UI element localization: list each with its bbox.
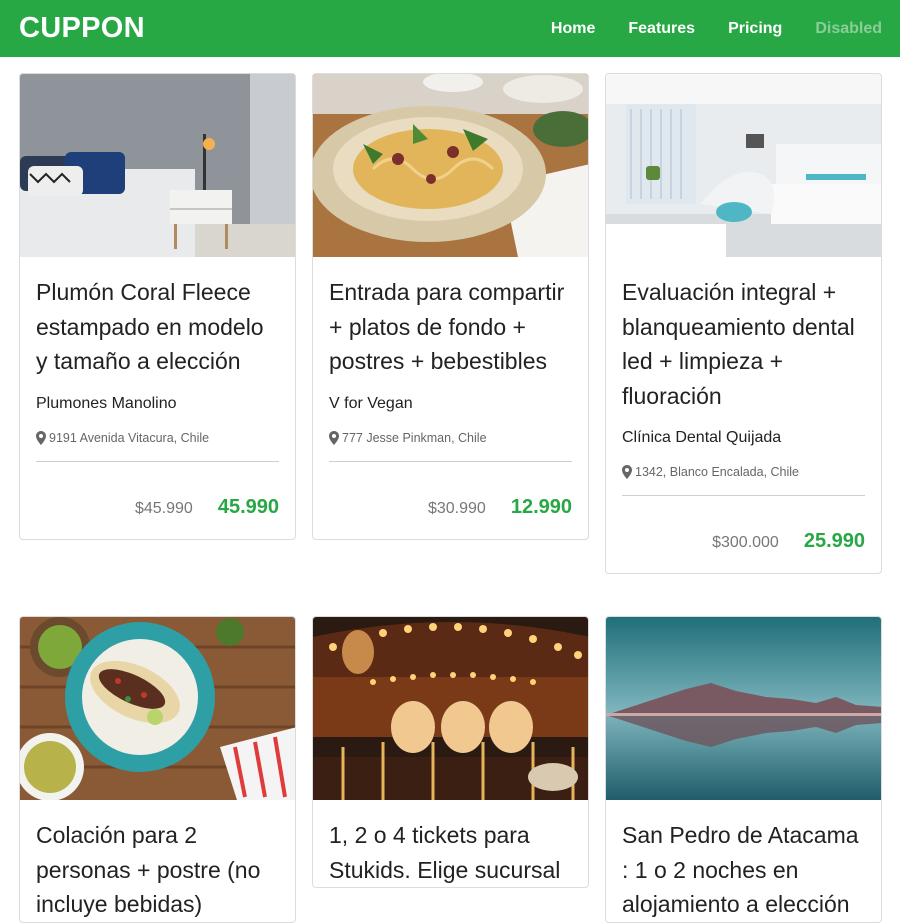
address-text: 9191 Avenida Vitacura, Chile xyxy=(49,430,210,445)
deal-title[interactable]: Plumón Coral Fleece estampado en modelo … xyxy=(36,275,279,379)
deal-card[interactable]: 1, 2 o 4 tickets para Stukids. Elige suc… xyxy=(312,616,589,888)
address: 777 Jesse Pinkman, Chile xyxy=(329,430,572,445)
merchant-name: Plumones Manolino xyxy=(36,394,177,412)
deal-card[interactable]: Colación para 2 personas + postre (no in… xyxy=(19,616,296,923)
deal-title[interactable]: San Pedro de Atacama : 1 o 2 noches en a… xyxy=(622,818,865,922)
price-row: $45.990 45.990 xyxy=(36,462,279,539)
nav-links: Home Features Pricing Disabled xyxy=(518,20,882,38)
volcano-lake-photo[interactable] xyxy=(606,617,881,800)
deal-card[interactable]: San Pedro de Atacama : 1 o 2 noches en a… xyxy=(605,616,882,923)
old-price: $45.990 xyxy=(134,499,193,517)
map-pin-icon xyxy=(36,430,46,445)
pasta-dish-photo[interactable] xyxy=(313,74,588,257)
carousel-photo[interactable] xyxy=(313,617,588,800)
new-price: 25.990 xyxy=(803,530,865,552)
deal-title[interactable]: Evaluación integral + blanqueamiento den… xyxy=(622,275,865,413)
merchant-name: Clínica Dental Quijada xyxy=(622,429,782,446)
deal-card[interactable]: Entrada para compartir + platos de fondo… xyxy=(312,73,589,540)
navbar: CUPPON Home Features Pricing Disabled xyxy=(0,0,900,57)
dental-clinic-photo[interactable] xyxy=(606,74,881,257)
deal-card[interactable]: Evaluación integral + blanqueamiento den… xyxy=(605,73,882,574)
old-price: $30.990 xyxy=(427,499,486,517)
nav-link-pricing[interactable]: Pricing xyxy=(728,20,782,38)
nav-link-home[interactable]: Home xyxy=(551,20,595,38)
address-text: 1342, Blanco Encalada, Chile xyxy=(635,465,800,479)
merchant-name: V for Vegan xyxy=(329,394,413,412)
nav-link-features[interactable]: Features xyxy=(628,20,695,38)
old-price: $300.000 xyxy=(712,534,779,551)
address-text: 777 Jesse Pinkman, Chile xyxy=(342,430,487,445)
new-price: 12.990 xyxy=(510,495,572,518)
brand-logo[interactable]: CUPPON xyxy=(19,12,145,45)
tacos-photo[interactable] xyxy=(20,617,295,800)
bedroom-photo[interactable] xyxy=(20,74,295,257)
deal-card[interactable]: Plumón Coral Fleece estampado en modelo … xyxy=(19,73,296,540)
deal-title[interactable]: Colación para 2 personas + postre (no in… xyxy=(36,818,279,922)
address: 1342, Blanco Encalada, Chile xyxy=(622,465,865,479)
map-pin-icon xyxy=(622,465,632,479)
new-price: 45.990 xyxy=(217,495,279,518)
price-row: $300.000 25.990 xyxy=(622,496,865,573)
deal-title[interactable]: 1, 2 o 4 tickets para Stukids. Elige suc… xyxy=(329,818,572,887)
map-pin-icon xyxy=(329,430,339,445)
nav-link-disabled: Disabled xyxy=(815,19,882,37)
address: 9191 Avenida Vitacura, Chile xyxy=(36,430,279,445)
price-row: $30.990 12.990 xyxy=(329,462,572,539)
deal-title[interactable]: Entrada para compartir + platos de fondo… xyxy=(329,275,572,379)
